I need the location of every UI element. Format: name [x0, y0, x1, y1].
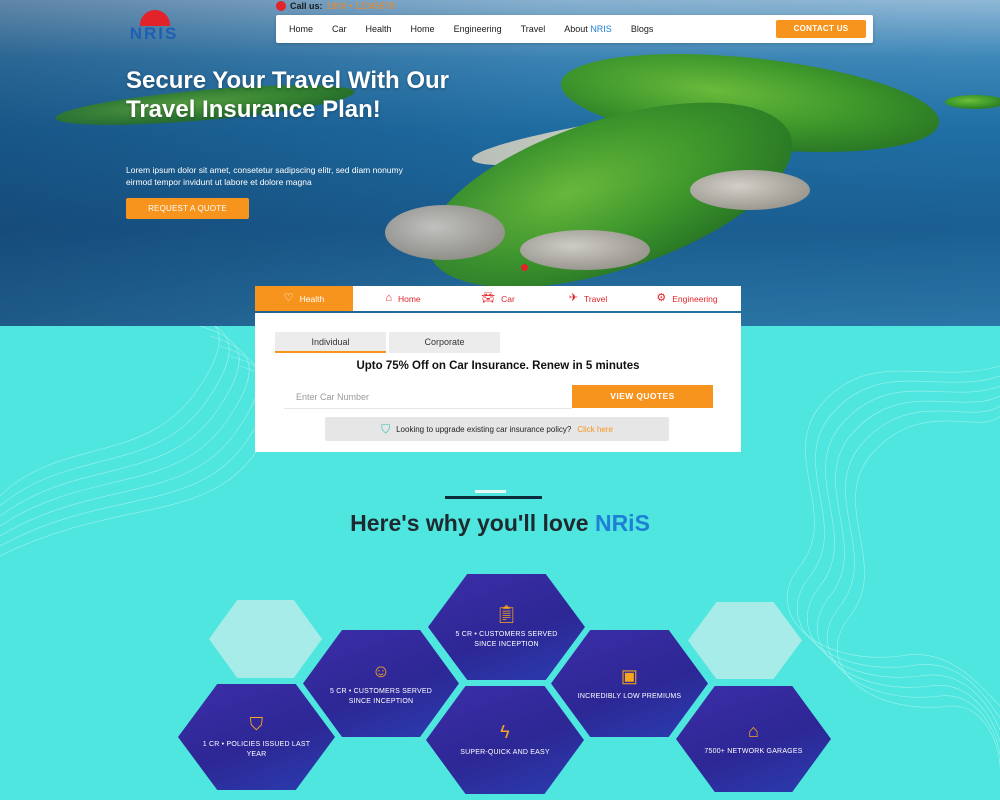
feature-text: INCREDIBLY LOW PREMIUMS	[577, 692, 682, 700]
health-icon: ♡	[283, 292, 294, 304]
why-title-brand: NRiS	[594, 510, 650, 536]
plane-icon: ✈	[568, 292, 578, 304]
view-quotes-button[interactable]: VIEW QUOTES	[572, 385, 713, 408]
engineering-icon: ⚙	[656, 292, 667, 304]
call-number[interactable]: 1800 • 12345678	[327, 1, 395, 11]
upgrade-text: Looking to upgrade existing car insuranc…	[396, 424, 572, 434]
feature-text: SUPER-QUICK AND EASY	[460, 749, 550, 756]
nav-car[interactable]: Car	[332, 24, 347, 34]
section-divider-accent	[475, 490, 506, 493]
lightning-doc-icon: ϟ	[500, 722, 510, 742]
feature-text: 1 CR • POLICIES ISSUED LAST YEAR	[202, 741, 311, 758]
quote-panel-title: Upto 75% Off on Car Insurance. Renew in …	[356, 360, 640, 372]
tab-label: Engineering	[672, 293, 718, 304]
nav-travel[interactable]: Travel	[521, 24, 546, 34]
wallet-icon: ▣	[620, 665, 639, 686]
shield-icon: ⛉	[381, 421, 391, 436]
nav-home-insurance[interactable]: Home	[411, 24, 435, 34]
tab-label: Travel	[583, 293, 608, 304]
home-icon: ⌂	[385, 292, 392, 304]
tab-home[interactable]: ⌂ Home	[353, 286, 453, 311]
subtab-corporate[interactable]: Corporate	[389, 332, 500, 353]
nav-about-brand: NRIS	[590, 24, 612, 34]
tab-label: Health	[299, 293, 325, 304]
nav-about[interactable]: About NRIS	[564, 24, 612, 34]
garage-icon: ⌂	[747, 721, 760, 741]
car-icon: 🚘︎	[481, 292, 496, 304]
hero-title: Secure Your Travel With Our Travel Insur…	[126, 67, 449, 123]
logo[interactable]: NRIS	[126, 10, 182, 44]
tab-travel[interactable]: ✈ Travel	[543, 286, 633, 311]
clipboard-icon: 📋︎	[494, 604, 519, 624]
nav-home[interactable]: Home	[289, 24, 313, 34]
subtab-individual[interactable]: Individual	[275, 332, 386, 353]
tab-car[interactable]: 🚘︎ Car	[453, 286, 543, 311]
request-quote-button[interactable]: REQUEST A QUOTE	[126, 198, 249, 219]
feature-text: 7500+ NETWORK GARAGES	[704, 748, 803, 755]
logo-text: NRIS	[129, 24, 179, 43]
click-here-link[interactable]: Click here	[577, 425, 613, 434]
why-title-prefix: Here's why you'll love	[350, 510, 595, 536]
shield-check-icon: ⛉	[249, 714, 264, 734]
tab-engineering[interactable]: ⚙ Engineering	[633, 286, 741, 311]
car-number-input[interactable]	[284, 385, 572, 409]
hero-subtitle: Lorem ipsum dolor sit amet, consetetur s…	[126, 165, 403, 187]
hero-banner: NRIS Call us: 1800 • 12345678 Home Car H…	[0, 0, 1000, 326]
nav-engineering[interactable]: Engineering	[454, 24, 502, 34]
section-divider	[445, 496, 542, 499]
nav-blogs[interactable]: Blogs	[631, 24, 654, 34]
why-title: Here's why you'll love NRiS	[0, 510, 1000, 537]
main-nav: Home Car Health Home Engineering Travel …	[276, 15, 873, 43]
headset-icon	[276, 1, 286, 11]
nav-about-prefix: About	[564, 24, 591, 34]
upgrade-banner: ⛉ Looking to upgrade existing car insura…	[325, 417, 669, 441]
quote-panel: Individual Corporate Upto 75% Off on Car…	[255, 313, 741, 452]
call-label: Call us:	[290, 1, 323, 11]
smiley-icon: ☺	[371, 660, 391, 681]
hero-overlay	[0, 0, 1000, 326]
feature-text: 5 CR • CUSTOMERS SERVED SINCE INCEPTION	[455, 631, 558, 648]
feature-text: 5 CR • CUSTOMERS SERVED SINCE INCEPTION	[329, 687, 433, 705]
call-us: Call us: 1800 • 12345678	[276, 1, 395, 11]
contact-us-button[interactable]: CONTACT US	[776, 20, 866, 38]
nav-health[interactable]: Health	[366, 24, 392, 34]
tab-label: Car	[501, 293, 515, 304]
tab-label: Home	[397, 293, 421, 304]
insurance-category-tabs: ♡ Health ⌂ Home 🚘︎ Car ✈ Travel ⚙ Engine…	[255, 286, 741, 311]
carousel-dot[interactable]	[521, 264, 528, 271]
tab-health[interactable]: ♡ Health	[255, 286, 353, 311]
